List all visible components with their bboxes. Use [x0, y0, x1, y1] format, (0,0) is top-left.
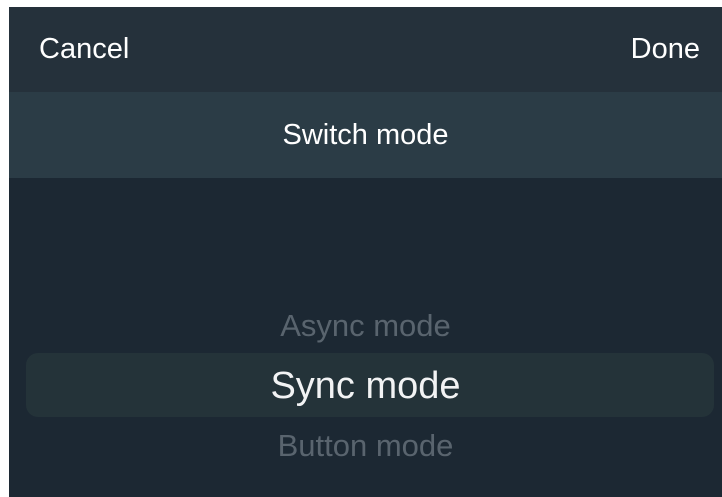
cancel-button[interactable]: Cancel: [39, 31, 129, 67]
picker-option-button-mode[interactable]: Button mode: [9, 426, 722, 466]
mode-picker-sheet: Cancel Done Switch mode Async mode Sync …: [9, 7, 722, 497]
picker-option-sync-mode[interactable]: Sync mode: [9, 363, 722, 409]
page-title: Switch mode: [282, 118, 449, 151]
nav-bar: Cancel Done: [9, 7, 722, 92]
mode-picker-wheel[interactable]: Async mode Sync mode Button mode: [9, 178, 722, 497]
title-bar: Switch mode: [9, 92, 722, 178]
done-button[interactable]: Done: [631, 31, 700, 67]
picker-option-async-mode[interactable]: Async mode: [9, 306, 722, 346]
